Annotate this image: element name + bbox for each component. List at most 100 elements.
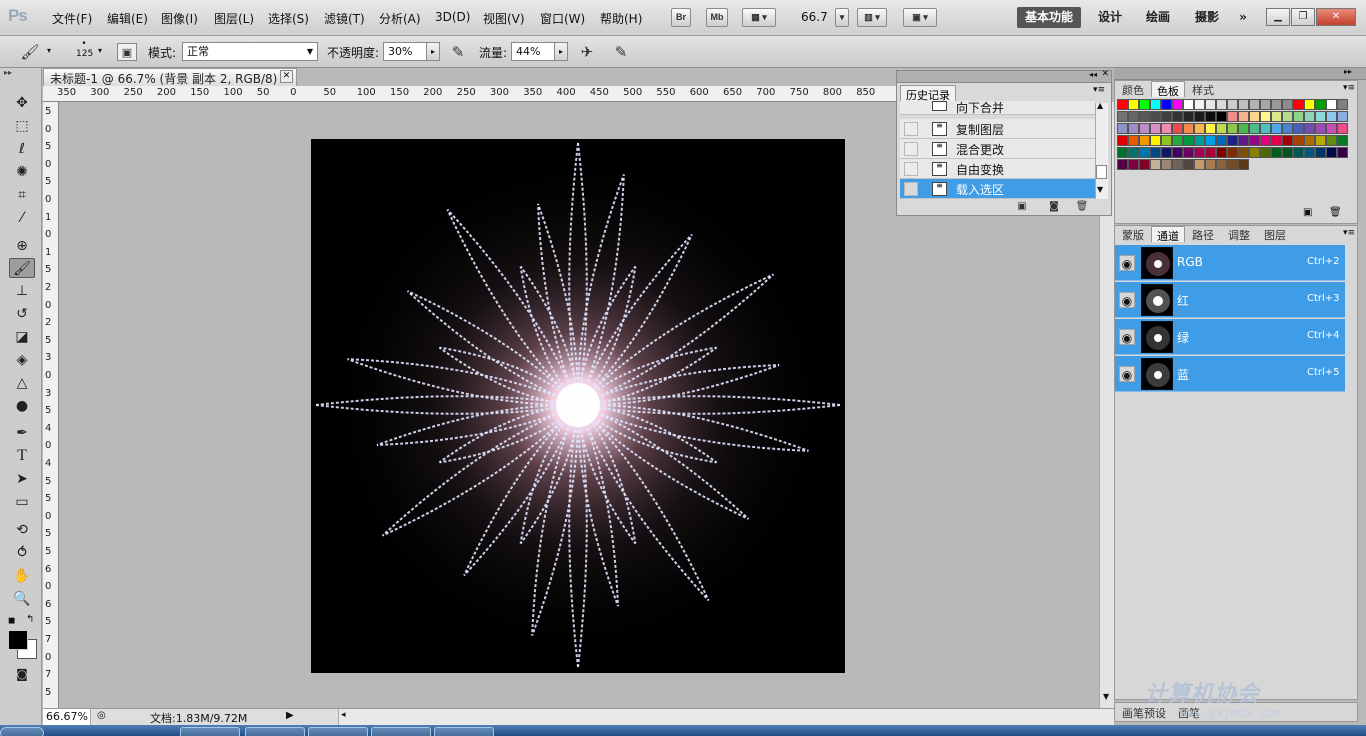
menu-file[interactable]: 文件(F) [52,10,92,27]
color-swatch[interactable] [1271,147,1282,158]
menu-analysis[interactable]: 分析(A) [379,10,421,27]
color-swatch[interactable] [1260,147,1271,158]
history-item[interactable]: 向下合并 [900,101,1095,115]
swatches-menu-icon[interactable]: ▾≡ [1343,83,1355,93]
color-swatch[interactable] [1315,147,1326,158]
quick-mask-icon[interactable]: ◙ [9,664,35,684]
tab-paths[interactable]: 路径 [1187,226,1219,242]
color-swatch[interactable] [1194,111,1205,122]
color-swatch[interactable] [1304,111,1315,122]
color-swatch[interactable] [1249,123,1260,134]
tab-channels[interactable]: 通道 [1151,226,1185,243]
brush-preset-icon[interactable]: 🖌 [20,43,40,61]
tab-styles[interactable]: 样式 [1187,81,1219,97]
color-swatch[interactable] [1216,135,1227,146]
channel-row-red[interactable]: ◉ 红 Ctrl+3 [1115,282,1345,318]
color-swatch[interactable] [1161,147,1172,158]
color-swatch[interactable] [1128,159,1139,170]
view-extras-button[interactable]: ▦ ▾ [742,8,776,27]
pen-tool-icon[interactable]: ✒ [9,423,35,443]
color-swatch[interactable] [1315,99,1326,110]
history-item[interactable]: ≡ 混合更改 [900,139,1095,159]
brush-tool-icon[interactable]: 🖌 [9,258,35,278]
color-swatch[interactable] [1216,111,1227,122]
taskbar-app-button[interactable] [371,727,431,736]
history-snapshot-box[interactable] [904,122,918,136]
color-swatch[interactable] [1238,111,1249,122]
color-swatch[interactable] [1128,135,1139,146]
taskbar-app-button[interactable] [180,727,240,736]
color-swatch[interactable] [1227,159,1238,170]
mini-bridge-button[interactable]: Mb [706,8,728,27]
color-swatch[interactable] [1337,111,1348,122]
color-swatch[interactable] [1238,99,1249,110]
panel-collapse-icon[interactable]: ◂◂ [1089,70,1097,79]
zoom-arrow-icon[interactable]: ▾ [835,8,849,27]
color-swatch[interactable] [1183,123,1194,134]
path-select-tool-icon[interactable]: ➤ [9,469,35,489]
color-swatch[interactable] [1139,99,1150,110]
color-swatch[interactable] [1139,111,1150,122]
history-item[interactable]: ≡ 自由变换 [900,159,1095,179]
color-swatch[interactable] [1337,147,1348,158]
bridge-button[interactable]: Br [671,8,691,27]
channel-row-rgb[interactable]: ◉ RGB Ctrl+2 [1115,245,1345,281]
color-swatch[interactable] [1326,99,1337,110]
default-colors-icon[interactable]: ◼ [8,616,15,626]
taskbar-app-button[interactable] [308,727,368,736]
color-swatch[interactable] [1282,147,1293,158]
color-swatch[interactable] [1304,147,1315,158]
menu-layer[interactable]: 图层(L) [214,10,254,27]
color-swatch[interactable] [1205,123,1216,134]
tab-adjustments[interactable]: 调整 [1223,226,1255,242]
3d-orbit-tool-icon[interactable]: ⥀ [9,543,35,563]
airbrush-icon[interactable]: ✈ [577,43,597,61]
new-swatch-icon[interactable]: ▣ [1303,207,1312,218]
channel-row-green[interactable]: ◉ 绿 Ctrl+4 [1115,319,1345,355]
color-swatch[interactable] [1227,111,1238,122]
color-swatch[interactable] [1249,135,1260,146]
zoom-level[interactable]: 66.7 [801,10,828,24]
color-swatch[interactable] [1216,159,1227,170]
color-swatch[interactable] [1117,147,1128,158]
color-swatch[interactable] [1238,123,1249,134]
eraser-tool-icon[interactable]: ◪ [9,327,35,347]
color-swatch[interactable] [1128,99,1139,110]
color-swatch[interactable] [1161,159,1172,170]
start-button[interactable] [0,727,44,736]
color-swatch[interactable] [1172,159,1183,170]
color-swatch[interactable] [1205,147,1216,158]
menu-window[interactable]: 窗口(W) [540,10,585,27]
dodge-tool-icon[interactable]: ● [9,396,35,416]
crop-tool-icon[interactable]: ⌗ [9,185,35,205]
color-swatch[interactable] [1117,99,1128,110]
color-swatch[interactable] [1271,135,1282,146]
color-swatch[interactable] [1172,111,1183,122]
workspace-photography[interactable]: 摄影 [1191,7,1223,28]
color-swatch[interactable] [1326,111,1337,122]
color-swatch[interactable] [1128,147,1139,158]
visibility-eye-icon[interactable]: ◉ [1119,366,1135,382]
color-swatch[interactable] [1304,123,1315,134]
workspace-more[interactable]: » [1233,7,1253,28]
color-swatch[interactable] [1194,147,1205,158]
color-swatch[interactable] [1326,147,1337,158]
document-close-icon[interactable]: ✕ [280,70,293,83]
channels-menu-icon[interactable]: ▾≡ [1343,228,1355,238]
taskbar-app-button[interactable] [245,727,305,736]
color-swatch[interactable] [1150,147,1161,158]
move-tool-icon[interactable]: ✥ [9,93,35,113]
color-swatch[interactable] [1315,123,1326,134]
color-swatch[interactable] [1139,135,1150,146]
delete-swatch-icon[interactable]: 🗑 [1329,207,1342,218]
color-swatch[interactable] [1194,135,1205,146]
new-snapshot-icon[interactable]: ◙ [1047,201,1061,213]
color-swatch[interactable] [1249,147,1260,158]
color-swatch[interactable] [1249,99,1260,110]
screen-mode-button[interactable]: ▣ ▾ [903,8,937,27]
status-menu-arrow-icon[interactable]: ▶ [286,710,294,721]
dock-expand-icon[interactable]: ▸▸ [1344,67,1352,76]
healing-brush-tool-icon[interactable]: ⊕ [9,236,35,256]
color-swatch[interactable] [1150,111,1161,122]
workspace-design[interactable]: 设计 [1094,7,1126,28]
